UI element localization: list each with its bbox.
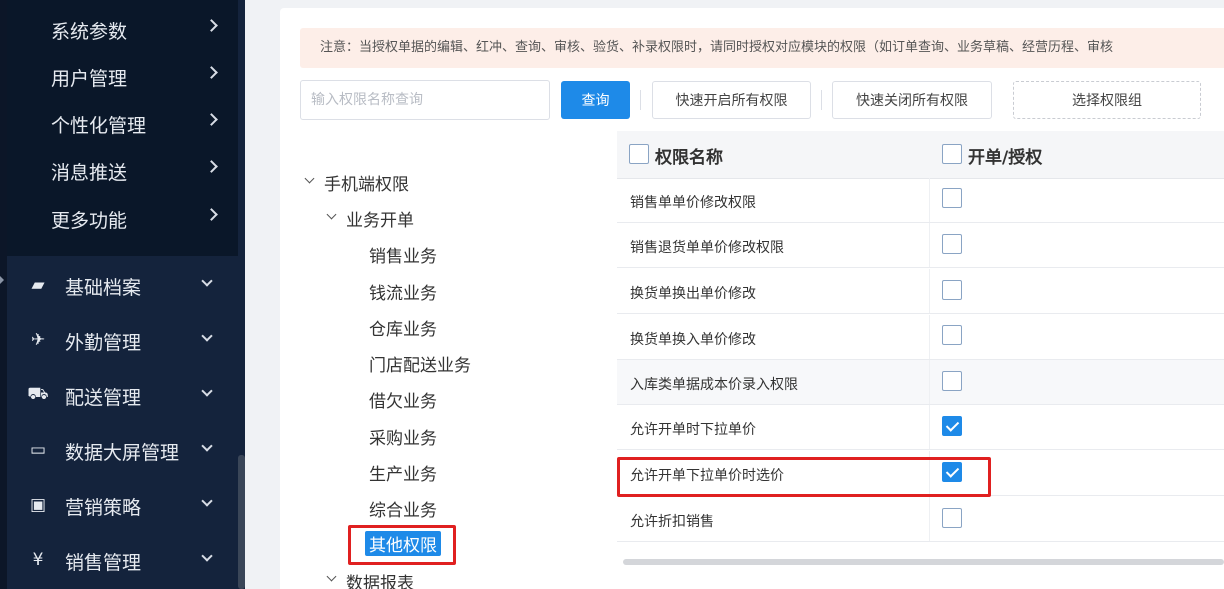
highlight-box-tree [348, 525, 456, 565]
table-row: 允许折扣销售 [617, 497, 1224, 542]
submenu-item-user-management[interactable]: 用户管理 [7, 57, 238, 97]
toolbar-divider [821, 90, 822, 110]
submenu-item-label: 更多功能 [51, 209, 128, 232]
submenu-item-label: 用户管理 [51, 67, 128, 90]
tree-node-production[interactable]: 生产业务 [369, 460, 437, 485]
yen-icon: ¥ [32, 550, 44, 570]
table-row: 销售单单价修改权限 [617, 178, 1224, 223]
folder-open-icon: ▰ [31, 275, 45, 295]
toolbar-divider [640, 90, 641, 110]
permission-name: 允许折扣销售 [630, 514, 714, 530]
chevron-right-icon [205, 113, 218, 126]
grant-checkbox[interactable] [942, 325, 962, 345]
submenu-item-label: 系统参数 [51, 20, 128, 43]
disable-all-button[interactable]: 快速关闭所有权限 [832, 81, 992, 119]
menu-item-label: 外勤管理 [65, 332, 142, 354]
grant-checkbox[interactable] [942, 416, 962, 436]
notice-banner: 注意：当授权单据的编辑、红冲、查询、审核、验货、补录权限时，请同时授权对应模块的… [300, 28, 1224, 68]
permission-name: 允许开单时下拉单价 [630, 422, 756, 438]
permission-name: 销售退货单单价修改权限 [630, 240, 784, 256]
query-button[interactable]: 查询 [561, 81, 630, 119]
table-row: 允许开单时下拉单价 [617, 405, 1224, 450]
chevron-down-icon [201, 550, 213, 562]
chevron-right-icon [205, 19, 218, 32]
menu-item-label: 配送管理 [65, 387, 142, 409]
submenu-item-label: 个性化管理 [51, 114, 147, 137]
chevron-right-icon [205, 208, 218, 221]
sidebar-edge [0, 0, 7, 589]
highlight-box-row [617, 457, 991, 497]
grant-checkbox[interactable] [942, 234, 962, 254]
select-permission-group-button[interactable]: 选择权限组 [1013, 81, 1201, 119]
grant-checkbox[interactable] [942, 371, 962, 391]
sidebar: 系统参数 用户管理 个性化管理 消息推送 更多功能 ▰ 基础档案 ✈ 外勤管理 [0, 0, 245, 589]
column-header-name: 权限名称 [655, 148, 723, 168]
permission-name: 换货单换入单价修改 [630, 332, 756, 348]
table-row: 换货单换出单价修改 [617, 269, 1224, 314]
tree-node-warehouse[interactable]: 仓库业务 [369, 315, 437, 340]
column-header-grant: 开单/授权 [968, 148, 1043, 168]
submenu-item-personalization[interactable]: 个性化管理 [7, 104, 238, 144]
grant-checkbox[interactable] [942, 188, 962, 208]
submenu-item-system-params[interactable]: 系统参数 [7, 10, 238, 50]
tree-node-data-reports[interactable]: 数据报表 [346, 569, 414, 589]
chevron-right-icon [205, 160, 218, 173]
tree-node-purchase[interactable]: 采购业务 [369, 424, 437, 449]
tree-node-sales[interactable]: 销售业务 [369, 242, 437, 267]
chevron-down-icon [201, 440, 213, 452]
tree-node-business-billing[interactable]: 业务开单 [346, 206, 414, 231]
tree-node-debt[interactable]: 借欠业务 [369, 387, 437, 412]
chevron-down-icon [201, 385, 213, 397]
grant-checkbox[interactable] [942, 280, 962, 300]
submenu-item-more-functions[interactable]: 更多功能 [7, 199, 238, 239]
enable-all-button[interactable]: 快速开启所有权限 [652, 81, 811, 119]
table-row: 销售退货单单价修改权限 [617, 223, 1224, 268]
menu-item-delivery-management[interactable]: ⛟ 配送管理 [7, 371, 238, 419]
menu-item-field-management[interactable]: ✈ 外勤管理 [7, 316, 238, 364]
menu-item-data-screen[interactable]: ▭ 数据大屏管理 [7, 426, 238, 474]
submenu-item-label: 消息推送 [51, 161, 128, 184]
tree-node-mobile-permissions[interactable]: 手机端权限 [324, 170, 409, 195]
tree-node-store-delivery[interactable]: 门店配送业务 [369, 351, 471, 376]
truck-icon: ⛟ [27, 384, 49, 404]
permission-name: 入库类单据成本价录入权限 [630, 377, 798, 393]
grant-checkbox[interactable] [942, 508, 962, 528]
plane-icon: ✈ [30, 330, 46, 350]
chevron-right-icon [205, 66, 218, 79]
menu-item-label: 营销策略 [65, 497, 142, 519]
monitor-icon: ▭ [29, 440, 47, 460]
permission-name: 销售单单价修改权限 [630, 195, 756, 211]
tree-node-comprehensive[interactable]: 综合业务 [369, 496, 437, 521]
chevron-down-icon [201, 330, 213, 342]
select-all-grant-checkbox[interactable] [942, 144, 962, 164]
tree-node-cash-flow[interactable]: 钱流业务 [369, 279, 437, 304]
menu-item-label: 基础档案 [65, 277, 142, 299]
table-row: 换货单换入单价修改 [617, 315, 1224, 360]
permission-search-input[interactable] [300, 80, 550, 120]
share-square-icon: ▣ [29, 495, 47, 515]
menu-item-basic-archives[interactable]: ▰ 基础档案 [7, 261, 238, 309]
select-all-name-checkbox[interactable] [629, 144, 649, 164]
menu-item-marketing-strategy[interactable]: ▣ 营销策略 [7, 481, 238, 529]
menu-item-sales-management[interactable]: ¥ 销售管理 [7, 536, 238, 584]
submenu-item-message-push[interactable]: 消息推送 [7, 151, 238, 191]
chevron-down-icon [201, 495, 213, 507]
menu-item-label: 数据大屏管理 [65, 442, 180, 464]
table-horizontal-scrollbar[interactable] [623, 559, 1224, 565]
table-row: 入库类单据成本价录入权限 [617, 360, 1224, 405]
chevron-down-icon [201, 275, 213, 287]
collapse-arrow-icon[interactable] [0, 276, 4, 284]
permission-name: 换货单换出单价修改 [630, 286, 756, 302]
menu-item-label: 销售管理 [65, 552, 142, 574]
sidebar-scrollbar[interactable] [238, 455, 245, 589]
